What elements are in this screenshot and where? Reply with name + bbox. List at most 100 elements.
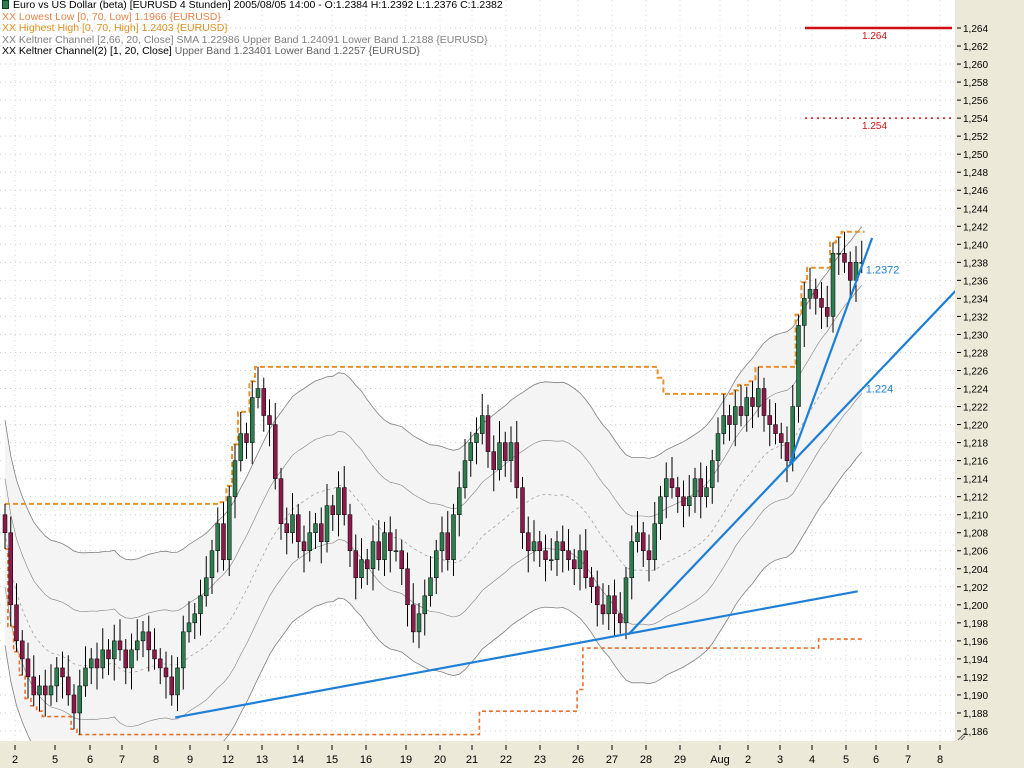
candle-body: [554, 541, 560, 561]
candle-body: [727, 415, 732, 425]
candle-body: [600, 604, 606, 615]
candle-body: [836, 253, 841, 255]
candle-body: [365, 559, 370, 570]
candle-body: [462, 460, 468, 488]
candle-body: [146, 631, 151, 651]
x-tick-label: 6: [87, 754, 93, 766]
x-tick-label: 22: [500, 754, 512, 766]
y-tick-label: 1,262: [963, 42, 988, 53]
candle-body: [31, 676, 36, 696]
candle: [273, 402, 278, 490]
legend-keltner-channel-2[interactable]: XX Keltner Channel(2) [1, 20, Close] Upp…: [2, 46, 503, 58]
candle-body: [652, 523, 657, 561]
candle-body: [71, 694, 77, 714]
candle-body: [641, 532, 646, 551]
candle-body: [399, 550, 404, 570]
y-tick-label: 1,196: [963, 637, 988, 648]
candle-body: [779, 433, 784, 443]
candle-body: [606, 595, 611, 615]
x-tick-label: 5: [843, 754, 849, 766]
candle-body: [589, 577, 594, 588]
candle: [255, 366, 261, 409]
candle-body: [135, 640, 140, 651]
candle-body: [830, 253, 836, 317]
y-tick-label: 1,200: [963, 601, 988, 612]
candle-body: [267, 415, 272, 425]
candlestick-chart: 1.224 1.2372 1.264 1.254 1,186 1,188 1,190 1,19…: [0, 0, 1024, 768]
candle-body: [100, 649, 105, 669]
candle-body: [14, 604, 19, 642]
candle-body: [106, 649, 111, 660]
candle-body: [290, 514, 295, 533]
candle-body: [422, 595, 427, 615]
x-tick-label: 20: [434, 754, 446, 766]
x-tick-label: 21: [466, 754, 478, 766]
chart-legend: Euro vs US Dollar (beta) [EURUSD 4 Stund…: [2, 0, 503, 58]
candle-body: [140, 631, 146, 642]
candle-body: [687, 496, 692, 506]
y-tick-label: 1,186: [963, 727, 988, 738]
candle-body: [560, 541, 565, 551]
candle-body: [503, 442, 508, 461]
candle-body: [169, 676, 174, 696]
candle-body: [842, 253, 847, 263]
x-tick-label: 26: [572, 754, 584, 766]
y-tick-label: 1,248: [963, 168, 988, 179]
candle-body: [117, 640, 123, 651]
y-tick-label: 1,194: [963, 655, 988, 666]
x-tick-label: 14: [292, 754, 304, 766]
candle-body: [94, 658, 100, 669]
y-tick-label: 1,258: [963, 78, 988, 89]
candle-body: [54, 667, 59, 687]
candle-body: [733, 406, 738, 425]
candle-body: [646, 550, 652, 561]
candle-body: [370, 541, 376, 570]
candle-body: [669, 478, 675, 488]
candle-body: [428, 577, 433, 597]
candle-body: [618, 613, 623, 624]
candle-body: [313, 523, 318, 533]
candle-body: [221, 523, 226, 561]
y-tick-label: 1,260: [963, 60, 988, 71]
x-tick-label: 13: [256, 754, 268, 766]
y-tick-label: 1,256: [963, 96, 988, 107]
y-tick-label: 1,236: [963, 276, 988, 287]
candle-body: [393, 550, 399, 552]
y-tick-label: 1,238: [963, 258, 988, 269]
y-tick-label: 1,252: [963, 132, 988, 143]
candle-body: [163, 667, 169, 678]
candle-body: [526, 532, 531, 551]
candle-body: [123, 649, 128, 669]
candle-body: [411, 604, 416, 633]
candle-body: [612, 595, 617, 615]
x-tick-label: 2: [745, 754, 751, 766]
candle-body: [186, 622, 192, 633]
candle-body: [359, 559, 364, 579]
price-level-label: 1.254: [862, 121, 887, 132]
candle-body: [204, 577, 209, 597]
candle-body: [698, 478, 703, 497]
y-tick-label: 1,240: [963, 240, 988, 251]
candle-body: [681, 496, 686, 506]
x-tick-label: 3: [777, 754, 783, 766]
candle-body: [215, 523, 220, 551]
candle-body: [738, 406, 744, 416]
x-tick-label: 16: [360, 754, 372, 766]
y-tick-label: 1,208: [963, 529, 988, 540]
candle-body: [209, 550, 215, 579]
candle-body: [296, 514, 301, 542]
candle-body: [566, 550, 571, 561]
candle-body: [491, 451, 496, 470]
trendline-label: 1.224: [866, 384, 894, 396]
candle-body: [704, 487, 709, 497]
candle-body: [572, 559, 577, 570]
candle-body: [468, 442, 473, 461]
candle-body: [181, 631, 186, 669]
candle-body: [129, 649, 134, 669]
candle-body: [89, 658, 94, 669]
candle-body: [635, 532, 640, 542]
candle-body: [244, 433, 249, 443]
candle-icon: [2, 0, 9, 9]
candle-body: [250, 397, 255, 443]
candle-body: [784, 442, 790, 461]
